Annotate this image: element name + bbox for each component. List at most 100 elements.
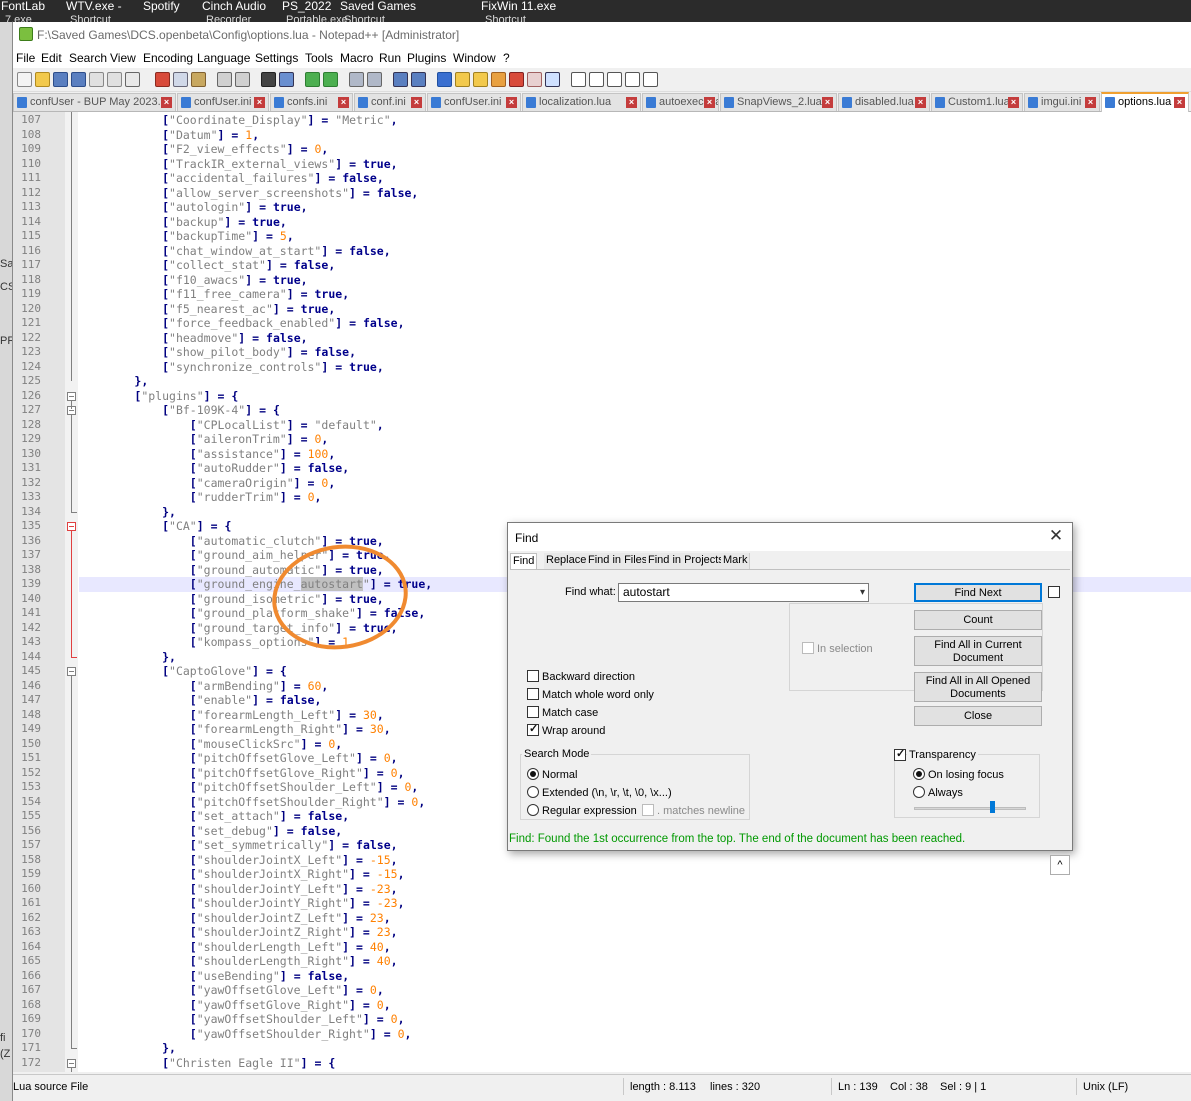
extended-mode-radio[interactable] bbox=[527, 786, 539, 798]
file-tab[interactable]: confUser.ini × bbox=[177, 93, 269, 111]
close-icon[interactable]: ✕ bbox=[1048, 527, 1064, 544]
view-icon[interactable] bbox=[545, 72, 560, 87]
code-line[interactable]: ["shoulderJointZ_Left"] = 23, bbox=[79, 911, 391, 926]
record-macro-icon[interactable] bbox=[571, 72, 586, 87]
code-line[interactable]: ["Datum"] = 1, bbox=[79, 128, 259, 143]
fold-toggle-icon[interactable] bbox=[67, 1058, 76, 1068]
tab-close-icon[interactable]: × bbox=[506, 97, 517, 108]
show-all-chars-icon[interactable] bbox=[411, 72, 426, 87]
code-line[interactable]: ["ground_automatic"] = true, bbox=[79, 563, 384, 578]
find-dialog-title-bar[interactable]: Find ✕ bbox=[508, 523, 1072, 551]
transparency-slider-thumb[interactable] bbox=[990, 801, 996, 813]
find-icon[interactable] bbox=[261, 72, 276, 87]
code-line[interactable]: ["forearmLength_Right"] = 30, bbox=[79, 722, 391, 737]
file-tab[interactable]: options.lua × bbox=[1101, 92, 1189, 112]
find-all-current-document-button[interactable]: Find All in Current Document bbox=[914, 636, 1042, 666]
file-tab[interactable]: SnapViews_2.lua × bbox=[720, 93, 837, 111]
file-tab[interactable]: conf.ini × bbox=[354, 93, 426, 111]
new-file-icon[interactable] bbox=[17, 72, 32, 87]
code-line[interactable]: ["useBending"] = false, bbox=[79, 969, 349, 984]
tab-close-icon[interactable]: × bbox=[704, 97, 715, 108]
file-tab[interactable]: localization.lua × bbox=[522, 93, 641, 111]
tab-close-icon[interactable]: × bbox=[1008, 97, 1019, 108]
backward-direction-checkbox[interactable] bbox=[527, 670, 539, 682]
udl-icon[interactable] bbox=[455, 72, 470, 87]
file-tab[interactable]: imgui.ini × bbox=[1024, 93, 1100, 111]
desktop-item-cinch[interactable]: Cinch Audio Recorder bbox=[202, 0, 266, 22]
desktop-item-fixwin[interactable]: FixWin 11.exe Shortcut bbox=[481, 0, 556, 22]
code-line[interactable]: ["allow_server_screenshots"] = false, bbox=[79, 186, 418, 201]
on-losing-focus-radio[interactable] bbox=[913, 768, 925, 780]
wrap-around-checkbox[interactable] bbox=[527, 722, 539, 736]
code-line[interactable]: ["forearmLength_Left"] = 30, bbox=[79, 708, 384, 723]
code-line[interactable]: ["autoRudder"] = false, bbox=[79, 461, 349, 476]
code-line[interactable]: ["f10_awacs"] = true, bbox=[79, 273, 308, 288]
code-line[interactable]: }, bbox=[79, 650, 176, 665]
find-next-button[interactable]: Find Next bbox=[914, 583, 1042, 602]
code-line[interactable]: ["CA"] = { bbox=[79, 519, 231, 534]
code-line[interactable]: ["set_symmetrically"] = false, bbox=[79, 838, 398, 853]
tab-close-icon[interactable]: × bbox=[1085, 97, 1096, 108]
code-line[interactable]: ["headmove"] = false, bbox=[79, 331, 308, 346]
tab-close-icon[interactable]: × bbox=[822, 97, 833, 108]
code-line[interactable]: ["shoulderJointX_Right"] = -15, bbox=[79, 867, 405, 882]
code-line[interactable]: ["assistance"] = 100, bbox=[79, 447, 336, 462]
code-line[interactable]: ["yawOffsetGlove_Right"] = 0, bbox=[79, 998, 391, 1013]
save-all-icon[interactable] bbox=[71, 72, 86, 87]
cut-icon[interactable] bbox=[155, 72, 170, 87]
code-line[interactable]: ["collect_stat"] = false, bbox=[79, 258, 335, 273]
code-line[interactable]: ["force_feedback_enabled"] = false, bbox=[79, 316, 404, 331]
code-line[interactable]: }, bbox=[79, 374, 148, 389]
title-bar[interactable]: F:\Saved Games\DCS.openbeta\Config\optio… bbox=[13, 22, 1191, 48]
code-line[interactable]: }, bbox=[79, 505, 176, 520]
menu-window[interactable]: Window bbox=[453, 51, 496, 65]
folder-workspace-icon[interactable] bbox=[509, 72, 524, 87]
code-line[interactable]: ["Bf-109K-4"] = { bbox=[79, 403, 280, 418]
code-line[interactable]: ["yawOffsetGlove_Left"] = 0, bbox=[79, 983, 384, 998]
desktop-item-ps2022[interactable]: PS_2022 Portable.exe bbox=[282, 0, 348, 22]
code-line[interactable]: ["aileronTrim"] = 0, bbox=[79, 432, 329, 447]
code-line[interactable]: ["set_debug"] = false, bbox=[79, 824, 342, 839]
zoom-out-icon[interactable] bbox=[323, 72, 338, 87]
file-tab[interactable]: autoexec.lua × bbox=[642, 93, 719, 111]
code-line[interactable]: ["armBending"] = 60, bbox=[79, 679, 329, 694]
save-icon[interactable] bbox=[53, 72, 68, 87]
fold-toggle-icon[interactable] bbox=[67, 667, 76, 676]
tab-find-in-projects[interactable]: Find in Projects bbox=[646, 553, 727, 569]
count-button[interactable]: Count bbox=[914, 610, 1042, 630]
tab-close-icon[interactable]: × bbox=[254, 97, 265, 108]
tab-close-icon[interactable]: × bbox=[626, 97, 637, 108]
tab-find-in-files[interactable]: Find in Files bbox=[586, 553, 651, 569]
menu-tools[interactable]: Tools bbox=[305, 51, 333, 65]
monitoring-icon[interactable] bbox=[527, 72, 542, 87]
code-line[interactable]: ["Christen Eagle II"] = { bbox=[79, 1056, 335, 1071]
menu-help[interactable]: ? bbox=[503, 51, 510, 65]
code-line[interactable]: ["backupTime"] = 5, bbox=[79, 229, 294, 244]
menu-run[interactable]: Run bbox=[379, 51, 401, 65]
code-line[interactable]: ["CaptoGlove"] = { bbox=[79, 664, 287, 679]
code-line[interactable]: ["F2_view_effects"] = 0, bbox=[79, 142, 328, 157]
code-line[interactable]: ["pitchOffsetGlove_Left"] = 0, bbox=[79, 751, 398, 766]
file-tab[interactable]: confs.ini × bbox=[270, 93, 353, 111]
file-tab[interactable]: Custom1.lua × bbox=[931, 93, 1023, 111]
code-line[interactable]: ["mouseClickSrc"] = 0, bbox=[79, 737, 342, 752]
desktop-item-wtv[interactable]: WTV.exe - Shortcut bbox=[66, 0, 122, 22]
code-line[interactable]: ["autologin"] = true, bbox=[79, 200, 308, 215]
menu-edit[interactable]: Edit bbox=[41, 51, 62, 65]
code-line[interactable]: ["ground_isometric"] = true, bbox=[79, 592, 384, 607]
code-line[interactable]: ["accidental_failures"] = false, bbox=[79, 171, 384, 186]
code-line[interactable]: ["chat_window_at_start"] = false, bbox=[79, 244, 391, 259]
menu-view[interactable]: View bbox=[110, 51, 136, 65]
replace-icon[interactable] bbox=[279, 72, 294, 87]
menu-file[interactable]: File bbox=[16, 51, 35, 65]
code-line[interactable]: ["ground_target_info"] = true, bbox=[79, 621, 398, 636]
code-line[interactable]: ["f5_nearest_ac"] = true, bbox=[79, 302, 335, 317]
tab-close-icon[interactable]: × bbox=[915, 97, 926, 108]
code-line[interactable]: ["set_attach"] = false, bbox=[79, 809, 349, 824]
menu-encoding[interactable]: Encoding bbox=[143, 51, 193, 65]
code-line[interactable]: ["cameraOrigin"] = 0, bbox=[79, 476, 336, 491]
code-line[interactable]: ["pitchOffsetShoulder_Left"] = 0, bbox=[79, 780, 419, 795]
fold-toggle-icon[interactable] bbox=[67, 522, 76, 531]
redo-icon[interactable] bbox=[235, 72, 250, 87]
code-line[interactable]: ["yawOffsetShoulder_Left"] = 0, bbox=[79, 1012, 405, 1027]
